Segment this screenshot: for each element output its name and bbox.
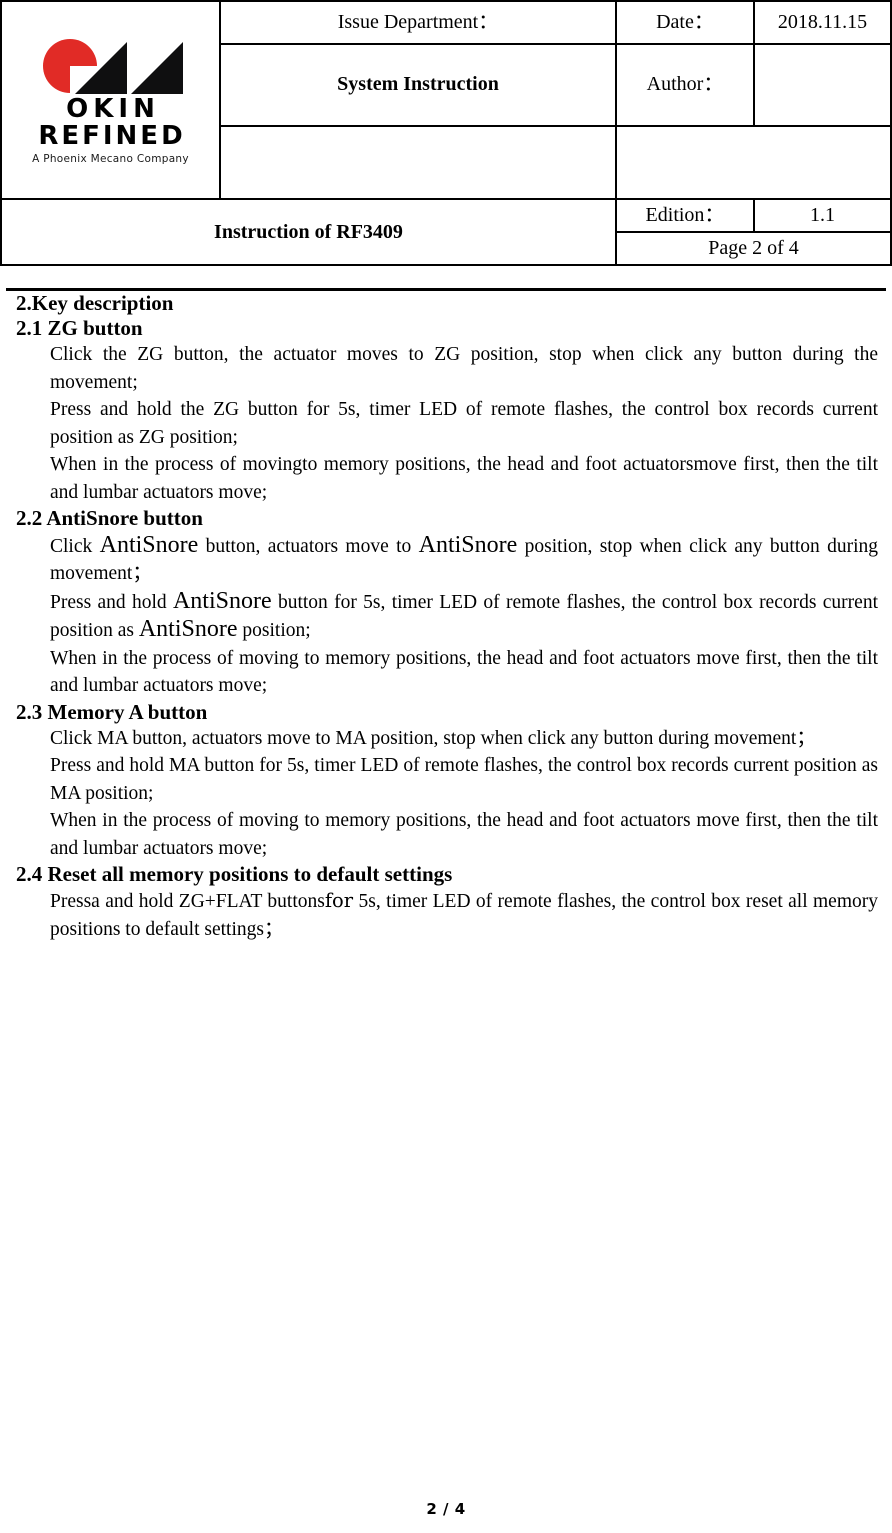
paragraph-2-2-3: When in the process of moving to memory … <box>16 645 878 700</box>
paragraph-2-1-1: Click the ZG button, the actuator moves … <box>50 344 878 393</box>
system-instruction-cell: System Instruction <box>219 43 617 127</box>
document-title-cell: Instruction of RF3409 <box>0 198 617 266</box>
page-footer: 2 / 4 <box>0 1500 892 1518</box>
heading-2-2-antisnore-button: 2.2 AntiSnore button <box>16 506 203 531</box>
heading-2-1-zg-button: 2.1 ZG button <box>16 316 143 341</box>
document-body: 2.Key description 2.1 ZG button Click th… <box>0 291 892 943</box>
text-run: button, actuators move to <box>198 535 419 557</box>
author-value-cell <box>753 43 892 127</box>
text-run: AntiSnore <box>418 531 518 558</box>
document-header-table: OKIN REFINED A Phoenix Mecano Company Is… <box>0 0 892 266</box>
paragraph-2-1-3: When in the process of movingto memory p… <box>50 454 878 503</box>
text-run: AntiSnore <box>99 531 199 558</box>
text-run: Click <box>50 535 100 557</box>
paragraph-2-3-1: Click MA button, actuators move to MA po… <box>50 727 816 749</box>
heading-key-description: 2.Key description <box>16 291 174 315</box>
issue-department-cell: Issue Department： <box>219 0 617 46</box>
paragraph-2-2-1: Click AntiSnore button, actuators move t… <box>16 532 878 588</box>
text-run: AntiSnore <box>172 587 272 614</box>
logo-brand-secondary: REFINED <box>38 120 186 151</box>
paragraph-2-2-2: Press and hold AntiSnore button for 5s, … <box>16 588 878 645</box>
text-run: AntiSnore <box>138 616 238 643</box>
heading-2-3-memory-a-button: 2.3 Memory A button <box>16 699 208 724</box>
paragraph-2-1-2: Press and hold the ZG button for 5s, tim… <box>50 399 878 448</box>
company-logo-cell: OKIN REFINED A Phoenix Mecano Company <box>0 0 221 200</box>
text-run: Pressa and hold ZG+FLAT buttons <box>50 891 325 913</box>
blank-left-cell <box>219 124 617 201</box>
text-run: for <box>324 889 354 913</box>
heading-2-4-reset-memory: 2.4 Reset all memory positions to defaul… <box>16 862 453 887</box>
footer-page-number: 2 / 4 <box>426 1500 466 1518</box>
logo-brand-primary: OKIN <box>66 94 160 125</box>
date-value-cell: 2018.11.15 <box>753 0 892 46</box>
edition-label-cell: Edition： <box>615 198 755 233</box>
edition-value-cell: 1.1 <box>753 198 892 233</box>
author-label-cell: Author： <box>615 43 755 127</box>
paragraph-2-3-3: When in the process of moving to memory … <box>50 810 878 859</box>
text-run: When in the process of moving to memory … <box>50 647 878 697</box>
text-run: position; <box>237 620 311 642</box>
okin-logo-mark-icon <box>42 39 183 96</box>
paragraph-2-4-1: Pressa and hold ZG+FLAT buttonsfor 5s, t… <box>16 887 878 943</box>
date-label-cell: Date： <box>615 0 755 46</box>
page-indicator-cell: Page 2 of 4 <box>615 231 892 266</box>
logo-tagline: A Phoenix Mecano Company <box>32 153 189 166</box>
blank-right-cell <box>615 124 892 201</box>
okin-refined-logo: OKIN REFINED A Phoenix Mecano Company <box>11 37 211 165</box>
paragraph-2-3-2: Press and hold MA button for 5s, timer L… <box>50 755 878 804</box>
text-run: Press and hold <box>50 591 173 613</box>
